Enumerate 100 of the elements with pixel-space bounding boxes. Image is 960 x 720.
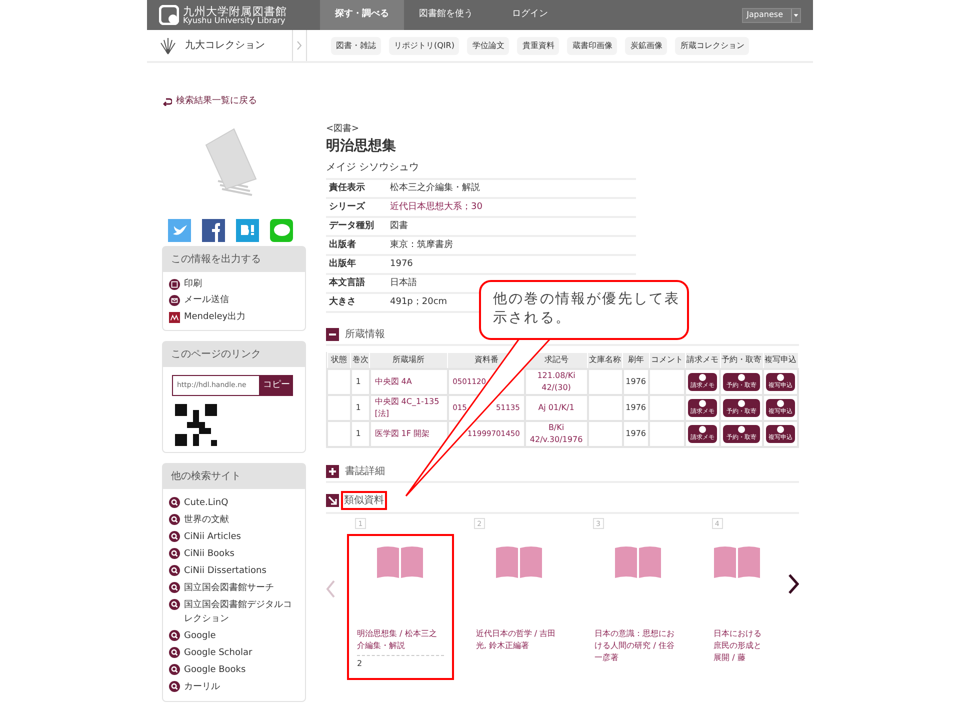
emblem-icon [159, 36, 177, 54]
section-title: 書誌詳細 [345, 464, 385, 478]
similar-item-card[interactable]: 日本の意識：思想における人間の研究 / 住谷一彦著 [584, 534, 692, 680]
record-type: <図書> [326, 122, 360, 136]
field-value: 日本語 [390, 276, 417, 290]
column-header: 予約・取寄 [720, 352, 763, 368]
logo-title: 九州大学附属図書館 [183, 6, 287, 16]
field-label: 出版者 [328, 238, 357, 252]
table-cell: 1976 [622, 420, 650, 446]
collection-link[interactable]: 図書・雑誌 [331, 36, 381, 54]
diagonal-arrow-icon [326, 494, 339, 506]
search-icon [169, 599, 180, 610]
field-value[interactable]: 近代日本思想大系；30 [390, 200, 482, 214]
action-icon [738, 400, 745, 406]
record-title: 明治思想集 [326, 137, 397, 156]
collection-link[interactable]: 炭鉱画像 [625, 36, 668, 54]
location-link[interactable]: 中央図 4A [370, 368, 448, 394]
search-icon [169, 514, 180, 525]
section-title: 所蔵情報 [345, 328, 385, 342]
search-icon [169, 630, 180, 641]
column-header: 複写申込 [763, 352, 798, 368]
search-icon [169, 681, 180, 692]
field-label: 責任表示 [328, 182, 366, 195]
bookmark-icon[interactable] [236, 218, 259, 242]
record-reading: メイジ シソウシュウ [326, 161, 420, 175]
copy-button[interactable]: コピー [260, 375, 293, 396]
language-select[interactable]: Japanese [742, 8, 801, 22]
table-cell: 1 [350, 394, 370, 420]
nav-tab[interactable]: 探す・調べる [320, 0, 404, 30]
open-book-icon [496, 546, 542, 578]
field-value: 1976 [390, 258, 413, 271]
expand-icon[interactable] [326, 464, 339, 478]
callout-bubble: 他の巻の情報が優先して表示される。 [479, 280, 689, 340]
site-link[interactable]: CiNii Books [184, 547, 299, 561]
collection-link[interactable]: 所蔵コレクション [675, 36, 750, 54]
open-book-icon [615, 546, 662, 578]
site-link[interactable]: 国立国会図書館デジタルコレクション [184, 598, 299, 626]
mendeley-icon [169, 312, 180, 323]
panel-title: このページのリンク [163, 342, 305, 367]
similar-item-title[interactable]: 日本における庶民の形成と展開 / 藤 [714, 628, 766, 664]
section-title: 類似資料 [341, 490, 387, 510]
site-link[interactable]: Google [184, 629, 299, 643]
open-book-icon [714, 546, 760, 578]
similar-item-title[interactable]: 近代日本の哲学 / 吉田光, 鈴木正編著 [476, 628, 563, 652]
field-label: 大きさ [328, 296, 357, 309]
column-header: 文庫名称 [588, 352, 623, 368]
search-icon [169, 497, 180, 508]
printer-icon [169, 278, 180, 290]
facebook-icon[interactable] [202, 218, 225, 242]
output-link[interactable]: メール送信 [184, 294, 229, 308]
site-link[interactable]: 国立国会図書館サーチ [184, 581, 299, 595]
search-icon [169, 664, 180, 675]
search-icon [169, 531, 180, 542]
site-link[interactable]: Cute.LinQ [184, 496, 299, 510]
search-icon [169, 582, 180, 593]
field-label: シリーズ [328, 200, 366, 214]
field-value: 東京：筑摩書房 [390, 238, 453, 252]
logo-subtitle: Kyushu University Library [183, 16, 286, 24]
output-link[interactable]: 印刷 [184, 278, 202, 291]
collection-link[interactable]: 学位論文 [467, 36, 510, 54]
action-icon [699, 426, 706, 432]
action-icon [777, 426, 784, 432]
column-header: 巻次 [350, 352, 370, 368]
action-icon [777, 374, 784, 380]
site-link[interactable]: CiNii Dissertations [184, 564, 299, 578]
similar-item-card[interactable]: 明治思想集 / 松本三之介編集・解説 2 [347, 534, 454, 680]
nav-tab[interactable]: 図書館を使う [404, 0, 488, 30]
column-header: 請求メモ [685, 352, 720, 368]
site-link[interactable]: 世界の文献 [184, 513, 299, 527]
similar-item-card[interactable]: 日本における庶民の形成と展開 / 藤 [704, 534, 776, 680]
table-cell: 1 [350, 420, 370, 446]
column-header: コメント [649, 352, 685, 368]
similar-item-title[interactable]: 明治思想集 / 松本三之介編集・解説 [357, 628, 444, 652]
search-icon [169, 548, 180, 559]
site-link[interactable]: カーリル [184, 680, 299, 694]
nav-tab[interactable]: ログイン [488, 0, 572, 30]
site-link[interactable]: Google Books [184, 663, 299, 677]
qr-code-icon [175, 404, 217, 446]
field-label: データ種別 [328, 220, 375, 233]
call-number: B/Ki 42/v.30/1976 [524, 420, 588, 446]
similar-item-card[interactable]: 近代日本の哲学 / 吉田光, 鈴木正編著 [466, 534, 573, 680]
action-icon [699, 374, 706, 380]
collection-label: 九大コレクション [185, 38, 265, 53]
collection-link[interactable]: リポジトリ(QIR) [389, 36, 460, 54]
output-link[interactable]: Mendeley出力 [184, 310, 246, 324]
library-logo-icon [159, 5, 179, 25]
similar-item-title[interactable]: 日本の意識：思想における人間の研究 / 住谷一彦著 [594, 628, 682, 664]
site-link[interactable]: CiNii Articles [184, 530, 299, 544]
action-icon [738, 426, 745, 432]
collapse-icon[interactable] [326, 328, 339, 341]
collection-link[interactable]: 貴重資料 [517, 36, 560, 54]
search-icon [169, 565, 180, 576]
table-cell: 1976 [622, 368, 650, 394]
open-book-icon [377, 546, 424, 578]
action-icon [699, 400, 706, 406]
back-link[interactable]: 検索結果一覧に戻る [176, 95, 257, 108]
chevron-right-icon [297, 41, 302, 50]
collection-link[interactable]: 蔵書印画像 [567, 36, 618, 54]
column-header: 刷年 [622, 352, 650, 368]
site-link[interactable]: Google Scholar [184, 646, 299, 660]
